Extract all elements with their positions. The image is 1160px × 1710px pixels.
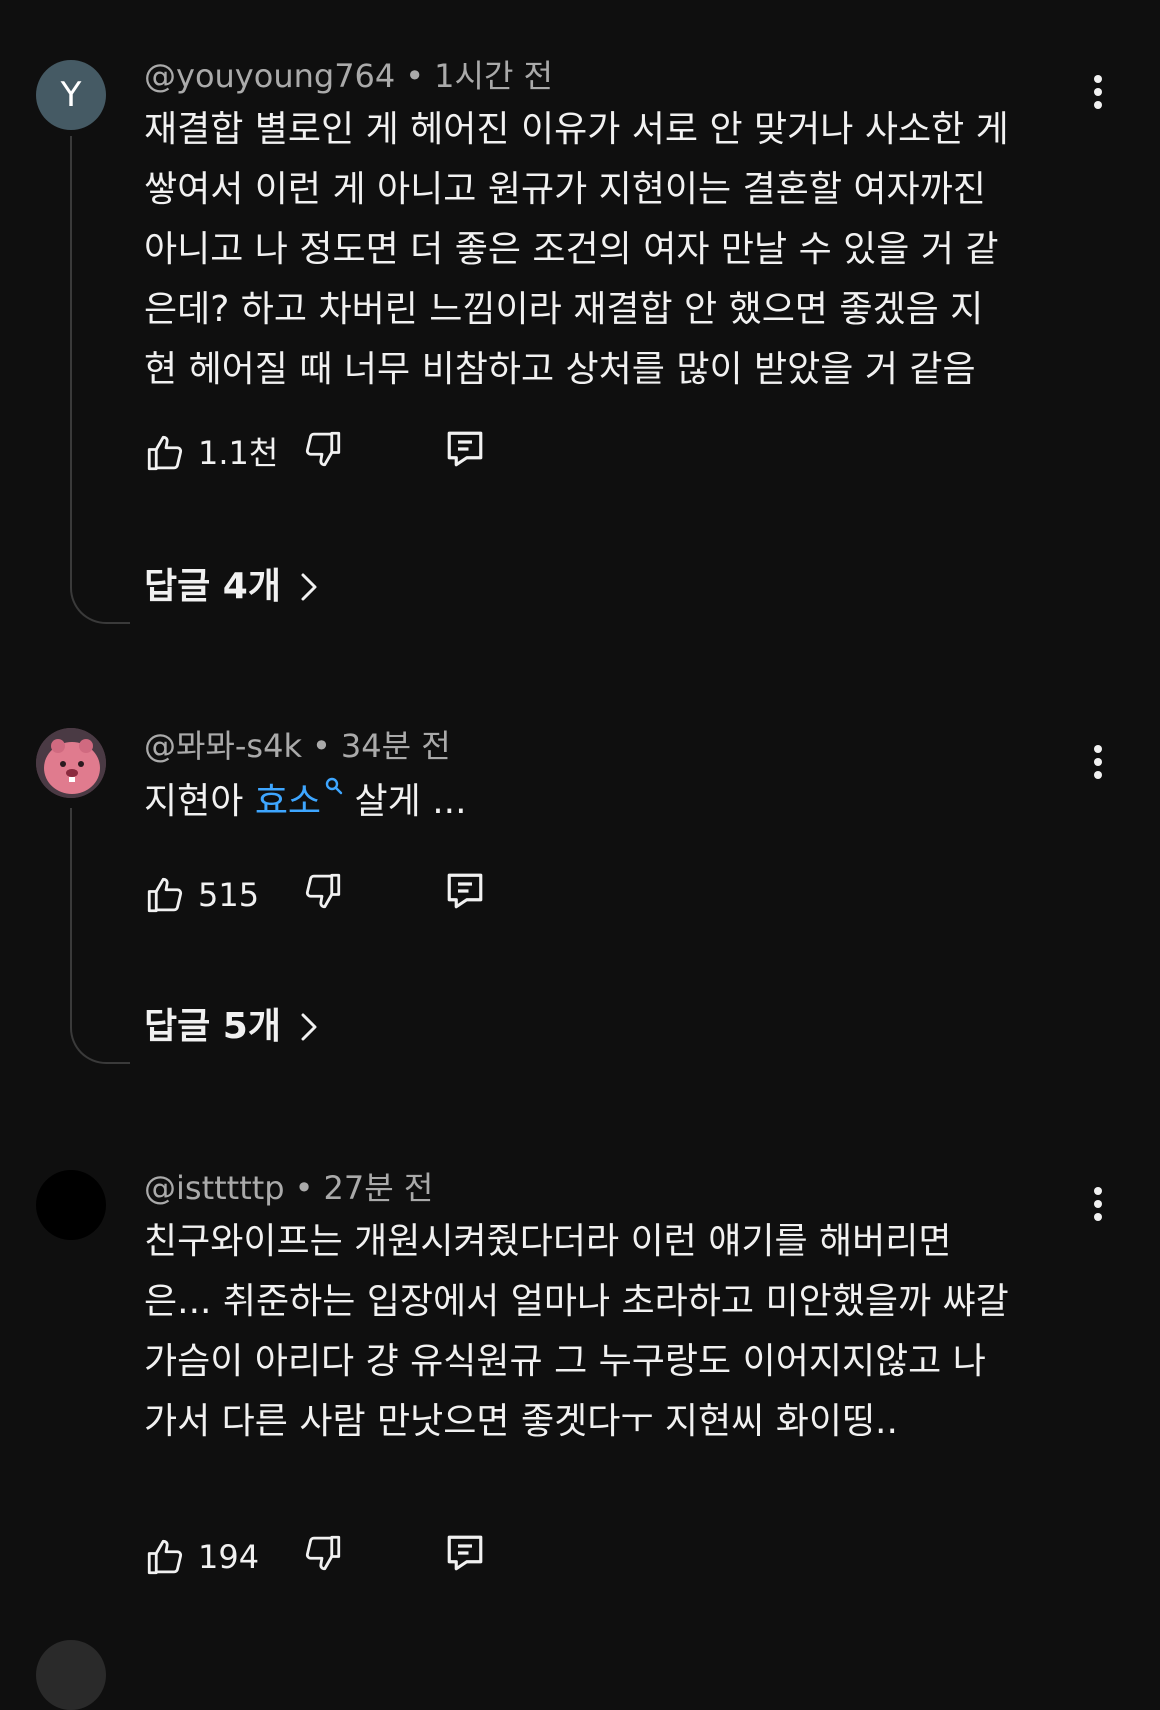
comment-actions: 515 (144, 870, 544, 920)
next-comment-avatar[interactable] (36, 1640, 106, 1710)
like-count: 1.1천 (198, 434, 279, 472)
reply-button[interactable] (444, 870, 486, 912)
comment-reply-icon (447, 431, 483, 467)
search-link[interactable]: 효소 (254, 777, 343, 822)
comment-actions: 194 (144, 1532, 544, 1582)
comment-text-start: 지현아 (144, 781, 255, 822)
timestamp: 1시간 전 (434, 57, 553, 95)
more-options-button[interactable] (1080, 732, 1116, 792)
comment-meta: @뫄뫄-s4k • 34분 전 (144, 726, 451, 766)
thread-line (70, 136, 130, 624)
comment-text: 지현아 효소 살게 ... (144, 772, 1084, 832)
more-options-button[interactable] (1080, 1174, 1116, 1234)
like-count: 515 (198, 876, 260, 914)
comment-meta: @istttttp • 27분 전 (144, 1168, 433, 1208)
meta-separator: • (294, 1169, 314, 1207)
more-vertical-icon (1094, 75, 1102, 109)
comment-meta: @youyoung764 • 1시간 전 (144, 56, 553, 96)
meta-separator: • (405, 57, 425, 95)
comment-text: 친구와이프는 개원시켜줬다더라 이런 얘기를 해버리면 은... 취준하는 입장… (144, 1221, 1009, 1442)
comment-3: @istttttp • 27분 전 친구와이프는 개원시켜줬다더라 이런 얘기를 해… (0, 1168, 1160, 1576)
meta-separator: • (312, 727, 331, 765)
search-link-text: 효소 (254, 781, 322, 822)
like-count: 194 (198, 1538, 260, 1576)
thumbs-up-icon (147, 435, 183, 471)
author-name[interactable]: @youyoung764 (144, 57, 395, 95)
more-options-button[interactable] (1080, 62, 1116, 122)
search-icon (325, 777, 343, 795)
view-replies-button[interactable]: 답글 5개 (144, 1002, 319, 1052)
like-button[interactable]: 194 (144, 1532, 259, 1582)
comment-1: Y @youyoung764 • 1시간 전 재결합 별로인 게 헤어진 이유가 서… (0, 56, 1160, 656)
dislike-button[interactable] (302, 870, 344, 912)
comment-text: 재결합 별로인 게 헤어진 이유가 서로 안 맞거나 사소한 게 쌓여서 이런 … (144, 109, 1009, 390)
replies-count: 답글 5개 (144, 1006, 281, 1047)
more-vertical-icon (1094, 1187, 1102, 1221)
thumbs-up-icon (147, 877, 183, 913)
reply-button[interactable] (444, 1532, 486, 1574)
chevron-right-icon (301, 573, 317, 601)
timestamp: 34분 전 (340, 727, 451, 765)
view-replies-button[interactable]: 답글 4개 (144, 562, 319, 612)
like-button[interactable]: 515 (144, 870, 259, 920)
avatar[interactable]: Y (36, 60, 106, 130)
thread-line (70, 808, 130, 1064)
like-button[interactable]: 1.1천 (144, 428, 278, 478)
dislike-button[interactable] (302, 428, 344, 470)
avatar-letter: Y (60, 75, 82, 115)
dislike-button[interactable] (302, 1532, 344, 1574)
avatar[interactable] (36, 1170, 106, 1240)
chevron-right-icon (301, 1013, 317, 1041)
avatar[interactable] (36, 728, 106, 798)
comment-reply-icon (447, 1535, 483, 1571)
more-vertical-icon (1094, 745, 1102, 779)
comment-2: @뫄뫄-s4k • 34분 전 지현아 효소 살게 ... 515 답글 5개 (0, 726, 1160, 1106)
comment-reply-icon (447, 873, 483, 909)
thumbs-up-icon (147, 1539, 183, 1575)
author-name[interactable]: @istttttp (144, 1169, 285, 1207)
comment-actions: 1.1천 (144, 428, 544, 478)
replies-count: 답글 4개 (144, 566, 281, 607)
thumbs-down-icon (305, 1535, 341, 1571)
thumbs-down-icon (305, 873, 341, 909)
comment-text-end: 살게 ... (343, 781, 467, 822)
avatar-image (36, 728, 106, 798)
reply-button[interactable] (444, 428, 486, 470)
author-name[interactable]: @뫄뫄-s4k (144, 727, 302, 765)
thumbs-down-icon (305, 431, 341, 467)
timestamp: 27분 전 (323, 1169, 434, 1207)
